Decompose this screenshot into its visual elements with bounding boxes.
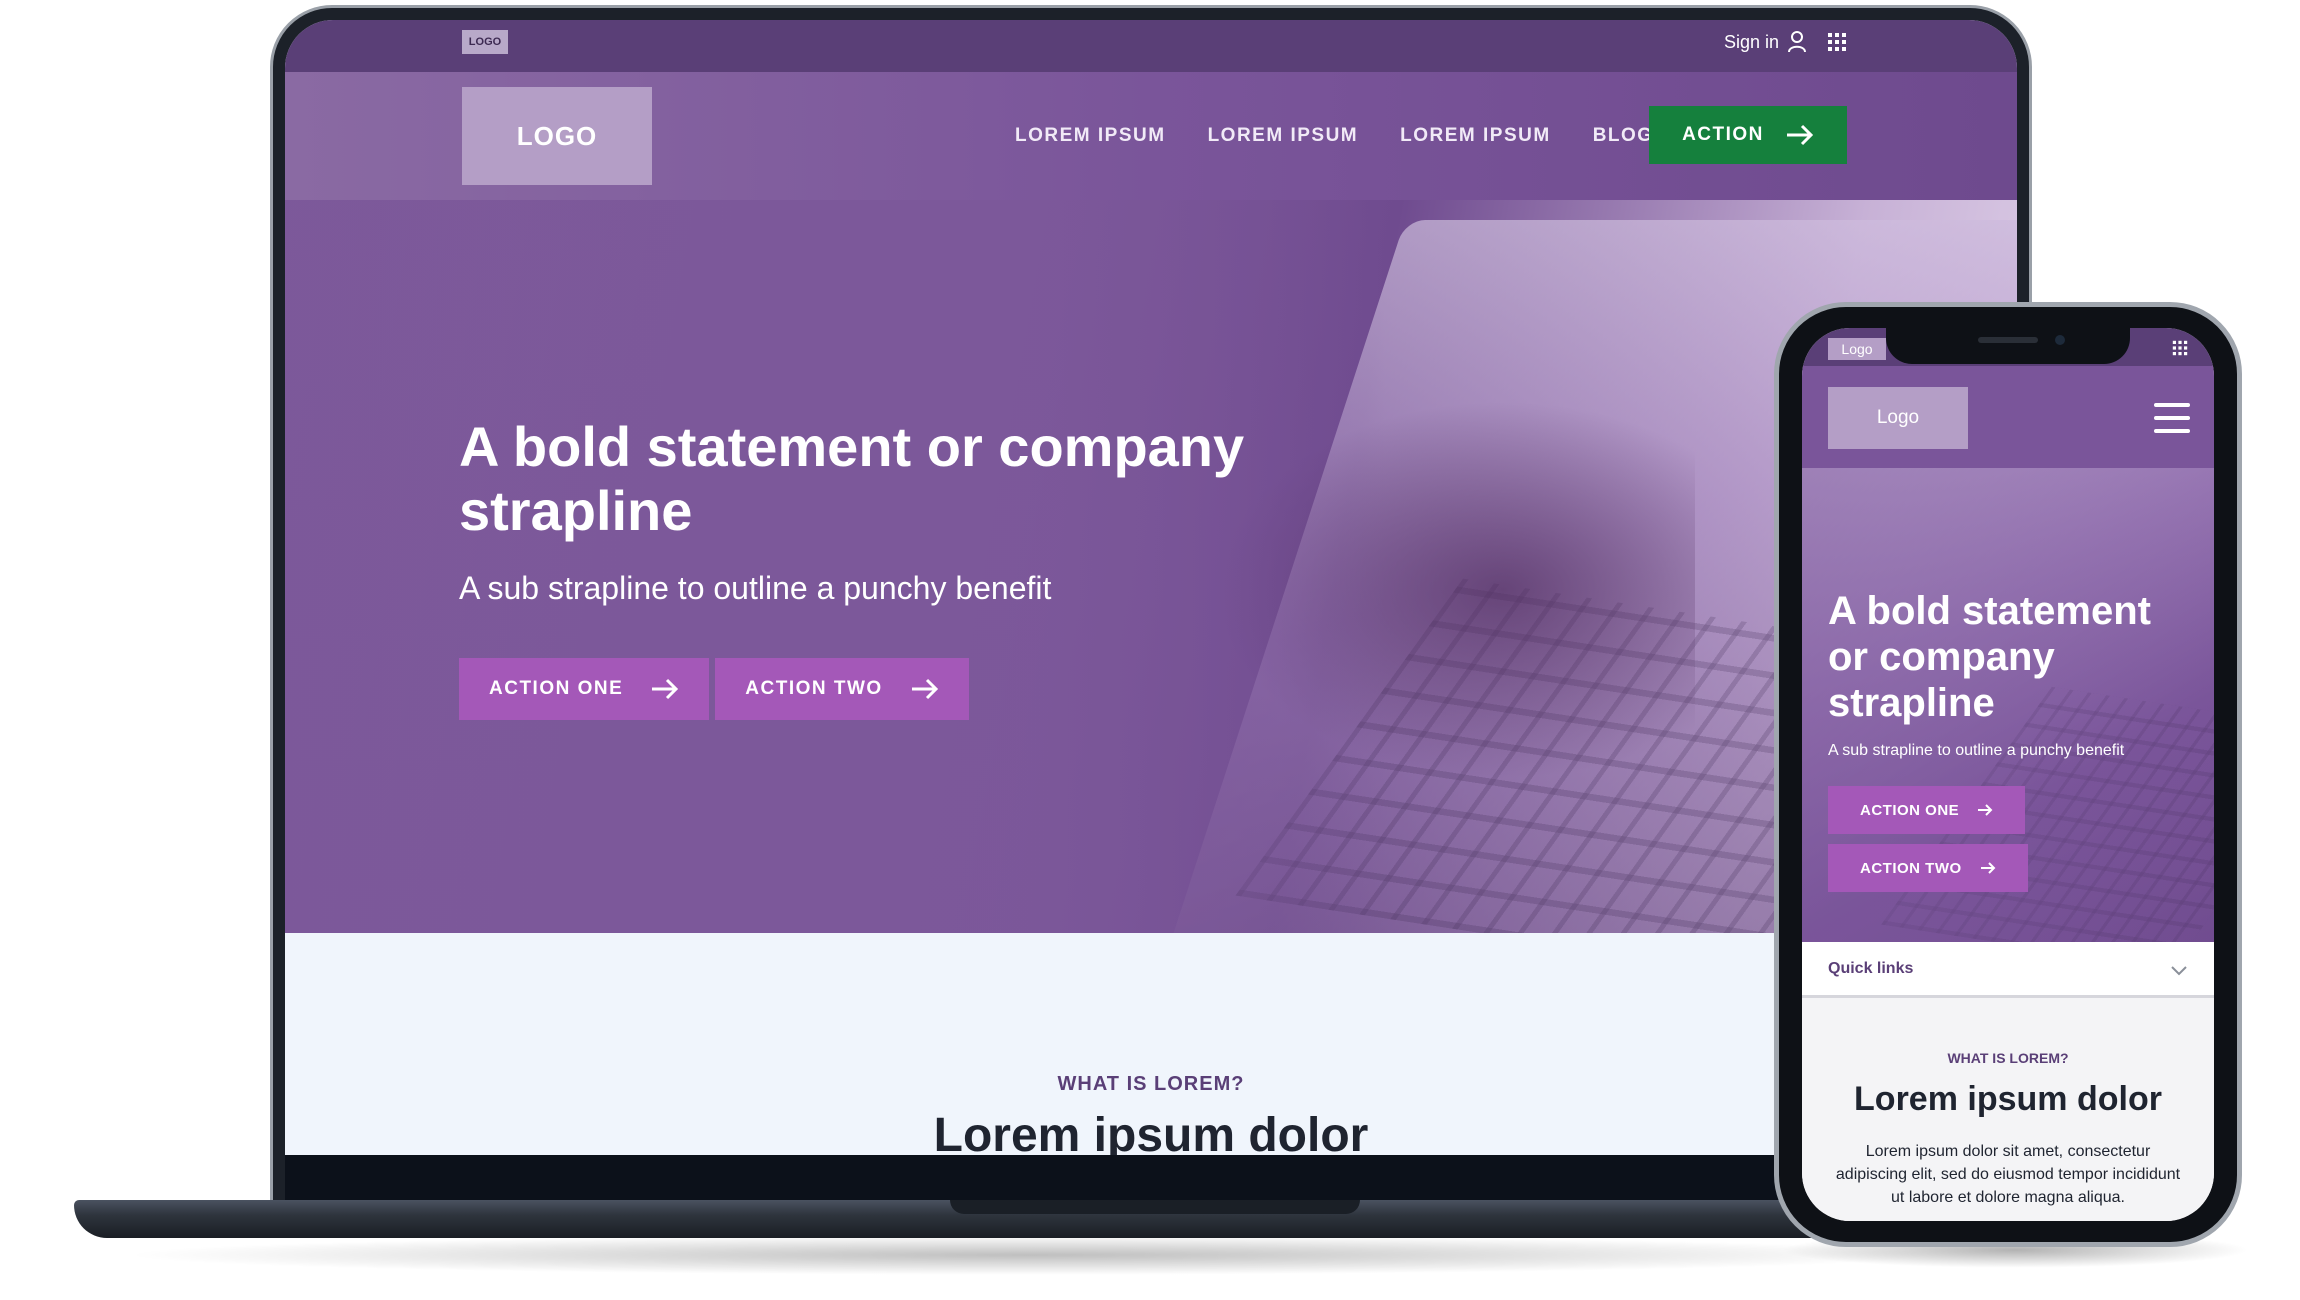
laptop-hinge-notch — [950, 1200, 1360, 1214]
mobile-action-one-button[interactable]: ACTION ONE — [1828, 786, 2026, 834]
arrow-right-icon — [1980, 862, 1996, 874]
arrow-right-icon — [911, 678, 938, 700]
hero-banner: A bold statement or company strapline A … — [285, 200, 2017, 933]
sign-in-link[interactable]: Sign in — [1724, 31, 1807, 53]
utility-logo[interactable]: LOGO — [462, 30, 508, 54]
mobile-hero-banner: A bold statement or company strapline A … — [1802, 468, 2214, 942]
mobile-website: Logo Logo A bold statement or company st… — [1802, 328, 2214, 1221]
phone-speaker — [1978, 337, 2038, 343]
arrow-right-icon — [1786, 124, 1814, 146]
nav-link-lorem-2[interactable]: LOREM IPSUM — [1208, 125, 1359, 147]
sign-in-label: Sign in — [1723, 31, 1779, 52]
mobile-utility-logo[interactable]: Logo — [1828, 338, 1886, 360]
mobile-section-body: Lorem ipsum dolor sit amet, consectetur … — [1835, 1143, 2181, 1206]
hero-title: A bold statement or company strapline — [459, 415, 1245, 542]
action-two-label: ACTION TWO — [745, 678, 883, 699]
arrow-right-icon — [652, 678, 679, 700]
desktop-website: LOGO Sign in LOGO LOREM IPSUM LOREM IPSU… — [285, 20, 2017, 1155]
section-kicker: WHAT IS LOREM? — [1057, 1073, 1245, 1095]
nav-action-label: ACTION — [1682, 124, 1764, 145]
mobile-navigation: Logo — [1802, 366, 2214, 468]
nav-action-button[interactable]: ACTION — [1649, 106, 1847, 164]
hamburger-menu-icon[interactable] — [2154, 403, 2190, 433]
user-icon — [1788, 31, 1806, 53]
nav-link-lorem-3[interactable]: LOREM IPSUM — [1400, 125, 1551, 147]
phone-notch — [1886, 326, 2130, 364]
quick-links-label: Quick links — [1828, 960, 1914, 977]
nav-links: LOREM IPSUM LOREM IPSUM LOREM IPSUM BLOG — [1015, 72, 1654, 200]
grid-icon[interactable] — [1827, 32, 1847, 52]
mobile-section-title: Lorem ipsum dolor — [1854, 1080, 2162, 1118]
phone-camera — [2055, 335, 2065, 345]
main-navigation: LOGO LOREM IPSUM LOREM IPSUM LOREM IPSUM… — [285, 72, 2017, 200]
hero-actions: ACTION ONE ACTION TWO — [459, 658, 969, 720]
mobile-hero-subtitle: A sub strapline to outline a punchy bene… — [1828, 742, 2125, 759]
action-one-button[interactable]: ACTION ONE — [459, 658, 710, 720]
nav-link-lorem-1[interactable]: LOREM IPSUM — [1015, 125, 1166, 147]
mobile-hero-actions: ACTION ONE ACTION TWO — [1828, 786, 2028, 892]
hero-subtitle: A sub strapline to outline a punchy bene… — [459, 570, 1052, 606]
utility-bar: LOGO Sign in — [285, 20, 2017, 72]
mobile-section-kicker: WHAT IS LOREM? — [1947, 1050, 2069, 1066]
intro-section: WHAT IS LOREM? Lorem ipsum dolor — [285, 933, 2017, 1155]
mobile-site-logo[interactable]: Logo — [1828, 387, 1968, 449]
mobile-action-one-label: ACTION ONE — [1860, 801, 1960, 819]
mobile-action-two-label: ACTION TWO — [1860, 859, 1962, 877]
laptop-chin — [285, 1155, 2017, 1203]
laptop-shadow — [120, 1235, 1940, 1275]
quick-links-accordion[interactable]: Quick links — [1802, 942, 2214, 998]
nav-link-blog[interactable]: BLOG — [1593, 125, 1654, 147]
chevron-down-icon — [2171, 966, 2187, 976]
mobile-hero-title: A bold statement or company strapline — [1828, 589, 2151, 725]
section-title: Lorem ipsum dolor — [933, 1109, 1369, 1155]
mobile-action-two-button[interactable]: ACTION TWO — [1828, 844, 2028, 892]
hero-overlay — [285, 200, 1385, 933]
action-one-label: ACTION ONE — [489, 678, 624, 699]
grid-icon[interactable] — [2172, 340, 2188, 356]
mobile-intro-section: WHAT IS LOREM? Lorem ipsum dolor Lorem i… — [1802, 998, 2214, 1221]
site-logo[interactable]: LOGO — [462, 87, 652, 185]
action-two-button[interactable]: ACTION TWO — [715, 658, 969, 720]
arrow-right-icon — [1978, 804, 1993, 816]
